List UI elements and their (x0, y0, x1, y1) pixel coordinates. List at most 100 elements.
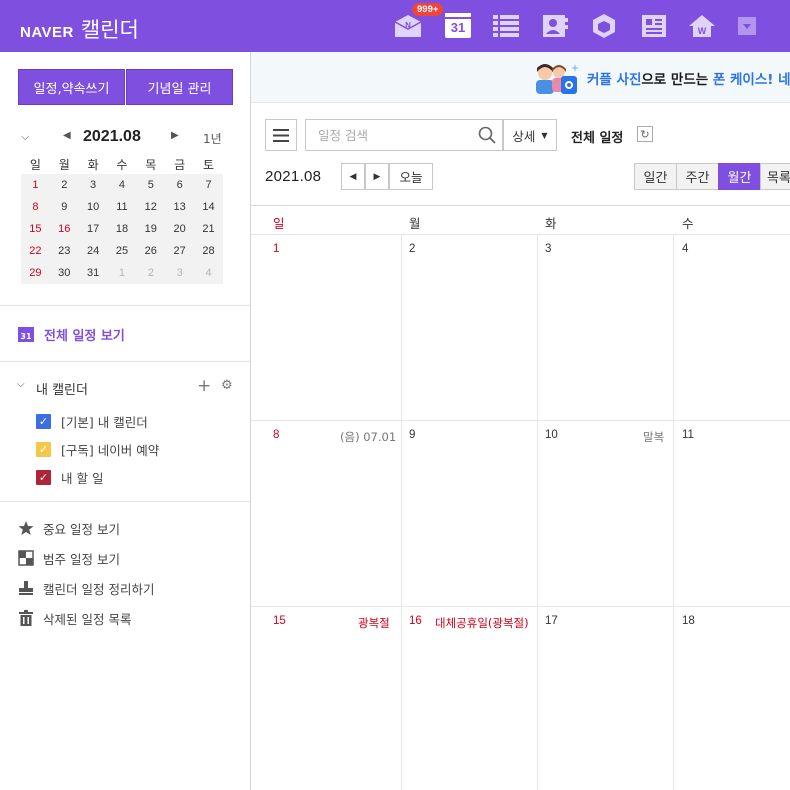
mini-day[interactable]: 23 (49, 240, 79, 262)
mini-day[interactable]: 8 (21, 196, 50, 218)
holiday-label: 대체공휴일(광복절) (435, 616, 529, 630)
mini-day[interactable]: 28 (194, 240, 223, 262)
checkbox-checked-icon[interactable]: ✓ (36, 441, 51, 457)
mini-day[interactable]: 20 (165, 218, 195, 240)
mini-day[interactable]: 19 (136, 218, 166, 240)
day-number[interactable]: 16 (409, 615, 422, 627)
mini-day[interactable]: 4 (194, 262, 223, 284)
tab-list-view[interactable]: 목록 (760, 163, 790, 190)
write-schedule-button[interactable]: 일정,약속쓰기 (18, 69, 125, 105)
mini-day[interactable]: 11 (107, 196, 137, 218)
mini-day[interactable]: 25 (107, 240, 137, 262)
today-button[interactable]: 오늘 (389, 163, 433, 190)
mini-day[interactable]: 13 (165, 196, 195, 218)
mini-day[interactable]: 2 (49, 174, 79, 196)
mini-day[interactable]: 29 (21, 262, 50, 284)
mini-day[interactable]: 14 (194, 196, 223, 218)
weekday-header: 월 (409, 216, 421, 231)
day-number[interactable]: 9 (409, 429, 415, 441)
day-number[interactable]: 18 (682, 615, 695, 627)
mini-prev-month-icon[interactable]: ◀ (63, 130, 71, 141)
day-number[interactable]: 11 (682, 429, 694, 441)
mini-day[interactable]: 21 (194, 218, 223, 240)
mail-icon[interactable]: N (394, 12, 422, 40)
gear-icon[interactable]: ⚙ (221, 378, 233, 393)
year-view-toggle[interactable]: 1년 (203, 130, 222, 147)
all-schedule-view-link[interactable]: 31 전체 일정 보기 (18, 325, 125, 344)
mini-day[interactable]: 31 (78, 262, 108, 284)
mini-day[interactable]: 9 (49, 196, 79, 218)
promo-banner[interactable]: 커플 사진으로 만드는 폰 케이스! 네 (251, 52, 790, 103)
mini-weekday: 금 (174, 157, 186, 172)
day-number[interactable]: 3 (545, 243, 551, 255)
mini-next-month-icon[interactable]: ▶ (171, 130, 179, 141)
mini-day[interactable]: 27 (165, 240, 195, 262)
calendar-item-default[interactable]: ✓ [기본] 내 캘린더 (36, 413, 148, 430)
add-calendar-icon[interactable]: + (197, 376, 211, 396)
day-number[interactable]: 10 (545, 429, 558, 441)
important-schedule-link[interactable]: 중요 일정 보기 (18, 519, 120, 537)
hamburger-menu-button[interactable] (265, 119, 297, 151)
mini-calendar-header: ⌵ ◀ 2021.08 ▶ 1년 (18, 128, 228, 148)
mini-day[interactable]: 24 (78, 240, 108, 262)
search-icon[interactable] (478, 126, 496, 147)
mini-day[interactable]: 3 (165, 262, 195, 284)
mini-day[interactable]: 6 (165, 174, 195, 196)
calendar-item-todo[interactable]: ✓ 내 할 일 (36, 469, 103, 486)
mini-day[interactable]: 26 (136, 240, 166, 262)
day-number[interactable]: 8 (273, 429, 279, 441)
office-icon[interactable] (640, 12, 668, 40)
mini-day[interactable]: 15 (21, 218, 50, 240)
category-schedule-link[interactable]: 범주 일정 보기 (18, 549, 120, 567)
month-nav-toolbar: 2021.08 ◀ ▶ 오늘 일간 주간 월간 목록 (265, 163, 790, 191)
memo-list-icon[interactable] (492, 12, 520, 40)
day-number[interactable]: 2 (409, 243, 415, 255)
checkbox-checked-icon[interactable]: ✓ (36, 469, 51, 485)
mini-day[interactable]: 7 (194, 174, 223, 196)
mini-day[interactable]: 17 (78, 218, 108, 240)
mini-day[interactable]: 5 (136, 174, 166, 196)
tab-day-view[interactable]: 일간 (634, 163, 677, 190)
naver-calendar-logo[interactable]: NAVER 캘린더 (20, 14, 139, 44)
day-number[interactable]: 15 (273, 615, 286, 627)
mini-day[interactable]: 4 (107, 174, 137, 196)
contacts-icon[interactable] (541, 12, 569, 40)
refresh-icon[interactable]: ↻ (637, 126, 653, 142)
day-number[interactable]: 4 (682, 243, 688, 255)
tab-week-view[interactable]: 주간 (676, 163, 719, 190)
detail-search-button[interactable]: 상세 ▼ (503, 119, 557, 151)
naver-pay-home-icon[interactable]: W (688, 12, 716, 40)
current-month-title: 2021.08 (265, 168, 322, 185)
checkbox-checked-icon[interactable]: ✓ (36, 413, 51, 429)
mini-day[interactable]: 16 (49, 218, 79, 240)
day-number[interactable]: 17 (545, 615, 558, 627)
mini-weekday: 일 (29, 157, 41, 172)
chevron-down-icon[interactable]: ⌵ (21, 130, 29, 144)
mini-day[interactable]: 12 (136, 196, 166, 218)
organize-schedule-link[interactable]: 캘린더 일정 정리하기 (18, 579, 154, 597)
calendar-app-icon[interactable]: 31 (445, 13, 471, 38)
sidebar-action-buttons: 일정,약속쓰기 기념일 관리 (18, 69, 233, 105)
calendar-logo-text: 캘린더 (80, 18, 139, 42)
more-dropdown-icon[interactable] (737, 16, 757, 36)
mini-day[interactable]: 18 (107, 218, 137, 240)
prev-month-button[interactable]: ◀ (341, 163, 365, 190)
tab-month-view[interactable]: 월간 (718, 163, 761, 190)
deleted-schedule-link[interactable]: 삭제된 일정 목록 (18, 609, 131, 627)
anniversary-manage-button[interactable]: 기념일 관리 (126, 69, 233, 105)
next-month-button[interactable]: ▶ (365, 163, 389, 190)
collapse-chevron-icon[interactable]: ⌵ (17, 379, 25, 390)
mini-day[interactable]: 3 (78, 174, 108, 196)
calendar-item-naver-booking[interactable]: ✓ [구독] 네이버 예약 (36, 441, 159, 458)
mini-day[interactable]: 2 (136, 262, 166, 284)
mini-day[interactable]: 1 (21, 174, 50, 196)
mini-day[interactable]: 22 (21, 240, 50, 262)
week-row: 1 2 3 4 (251, 235, 790, 421)
mini-day[interactable]: 10 (78, 196, 108, 218)
mybox-cube-icon[interactable] (590, 12, 618, 40)
search-input[interactable] (306, 120, 466, 150)
mini-day[interactable]: 30 (49, 262, 79, 284)
star-icon (18, 520, 34, 536)
day-number[interactable]: 1 (273, 243, 279, 255)
mini-day[interactable]: 1 (107, 262, 137, 284)
